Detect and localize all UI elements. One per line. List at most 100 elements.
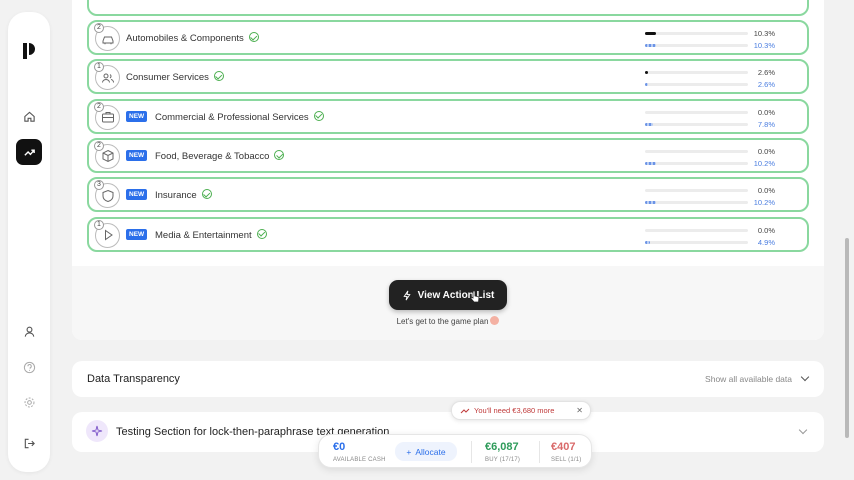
allocate-label: Allocate <box>415 446 446 457</box>
current-percent: 0.0% <box>757 225 775 235</box>
target-allocation-fill <box>645 240 651 244</box>
help-icon[interactable] <box>16 354 42 380</box>
check-circle-icon <box>213 71 224 82</box>
target-percent: 2.6% <box>757 80 775 90</box>
sector-shield-icon: 3 <box>94 180 120 209</box>
target-allocation-bar <box>645 240 748 244</box>
new-badge: NEW <box>126 149 148 161</box>
close-icon[interactable]: ✕ <box>576 406 583 415</box>
target-percent: 10.3% <box>753 41 775 50</box>
trending-up-icon[interactable] <box>16 139 42 165</box>
current-percent: 0.0% <box>757 186 775 196</box>
data-transparency-title: Data Transparency <box>87 373 180 385</box>
cash-needed-text: You'll need €3,680 more <box>474 406 555 415</box>
sector-box-icon: 2 <box>94 140 120 169</box>
buy-value: €6,087 <box>485 441 519 453</box>
current-allocation-bar <box>645 110 748 114</box>
check-circle-icon <box>256 228 267 239</box>
target-allocation-fill <box>645 83 648 87</box>
cash-needed-toast: You'll need €3,680 more ✕ <box>451 401 591 420</box>
chevron-down-icon[interactable] <box>798 425 808 435</box>
plus-icon: + <box>406 446 412 457</box>
view-action-list-button[interactable]: View Action List <box>389 280 507 310</box>
sector-play-icon: 1 <box>94 219 120 248</box>
trend-down-icon <box>460 408 470 413</box>
sector-people-icon: 1 <box>94 62 120 91</box>
show-all-data-link[interactable]: Show all available data <box>705 374 792 384</box>
sector-car-icon: 2 <box>94 23 120 51</box>
target-percent: 4.9% <box>757 237 775 247</box>
step-count-badge: 2 <box>94 101 104 112</box>
current-allocation-bar <box>645 71 748 75</box>
home-icon[interactable] <box>16 103 42 129</box>
sparkle-icon <box>86 420 108 442</box>
current-allocation-fill <box>645 71 648 75</box>
new-badge: NEW <box>126 110 148 122</box>
divider <box>539 441 540 463</box>
sector-row[interactable]: 3 NEW Insurance 0.0% 10.2% <box>87 177 809 213</box>
data-transparency-card[interactable]: Data Transparency Show all available dat… <box>72 361 824 397</box>
target-allocation-fill <box>645 122 654 126</box>
sector-row[interactable]: 2 NEW Commercial & Professional Services… <box>87 98 809 134</box>
cursor-icon <box>470 290 480 303</box>
user-icon[interactable] <box>16 318 42 344</box>
target-allocation-bar <box>645 83 748 87</box>
lightning-icon <box>403 290 411 300</box>
current-allocation-bar <box>645 189 748 193</box>
step-count-badge: 1 <box>94 219 104 230</box>
sector-name: Insurance <box>155 189 212 201</box>
chevron-down-icon[interactable] <box>800 372 810 382</box>
current-percent: 0.0% <box>757 146 775 156</box>
sector-name: Automobiles & Components <box>126 32 259 44</box>
sidebar <box>8 12 50 472</box>
current-allocation-fill <box>645 32 656 35</box>
sector-name: Food, Beverage & Tobacco <box>155 149 285 162</box>
current-percent: 10.3% <box>753 29 775 38</box>
target-allocation-bar <box>645 122 748 126</box>
target-allocation-fill <box>645 44 656 47</box>
target-allocation-bar <box>645 44 748 47</box>
current-allocation-bar <box>645 32 748 35</box>
target-allocation-fill <box>645 201 656 205</box>
new-badge: NEW <box>126 189 148 201</box>
target-percent: 10.2% <box>753 158 775 168</box>
target-allocation-bar <box>645 161 748 165</box>
available-cash-value: €0 <box>333 441 346 453</box>
allocation-bar: €0 AVAILABLE CASH + Allocate €6,087 BUY … <box>318 434 592 468</box>
brand-logo[interactable] <box>16 38 42 64</box>
current-allocation-bar <box>645 149 748 153</box>
current-percent: 2.6% <box>757 68 775 78</box>
sell-value: €407 <box>551 441 576 453</box>
available-cash-label: AVAILABLE CASH <box>333 457 386 463</box>
sector-name: Commercial & Professional Services <box>155 110 324 123</box>
target-allocation-fill <box>645 161 656 165</box>
sector-row[interactable]: 1 NEW Media & Entertainment 0.0% 4.9% <box>87 216 809 252</box>
new-badge: NEW <box>126 228 148 240</box>
check-circle-icon <box>201 189 212 200</box>
emoji-icon <box>490 316 500 325</box>
buy-label: BUY (17/17) <box>485 457 521 463</box>
current-percent: 0.0% <box>757 107 775 117</box>
target-allocation-bar <box>645 201 748 205</box>
sector-briefcase-icon: 2 <box>94 101 120 130</box>
sector-row[interactable]: 1 Consumer Services 2.6% 2.6% <box>87 59 809 95</box>
logout-icon[interactable] <box>16 430 42 456</box>
view-action-list-label: View Action List <box>417 289 495 301</box>
step-count-badge: 2 <box>94 23 104 33</box>
check-circle-icon <box>313 110 324 121</box>
sector-name: Consumer Services <box>126 71 224 83</box>
gear-icon[interactable] <box>16 389 42 415</box>
current-allocation-bar <box>645 228 748 232</box>
sell-label: SELL (1/1) <box>551 457 582 463</box>
sector-row[interactable]: 2 Automobiles & Components 10.3% 10.3% <box>87 20 809 55</box>
check-circle-icon <box>274 149 285 160</box>
sector-row[interactable]: 2 NEW Food, Beverage & Tobacco 0.0% 10.2… <box>87 137 809 173</box>
target-percent: 7.8% <box>757 119 775 129</box>
action-caption: Let's get to the game plan <box>72 316 824 326</box>
action-footer: View Action List Let's get to the game p… <box>72 266 824 340</box>
sector-row-partial[interactable] <box>87 0 809 16</box>
step-count-badge: 2 <box>94 140 104 151</box>
allocate-button[interactable]: + Allocate <box>395 442 457 461</box>
divider <box>471 441 472 463</box>
scrollbar[interactable] <box>845 238 849 438</box>
